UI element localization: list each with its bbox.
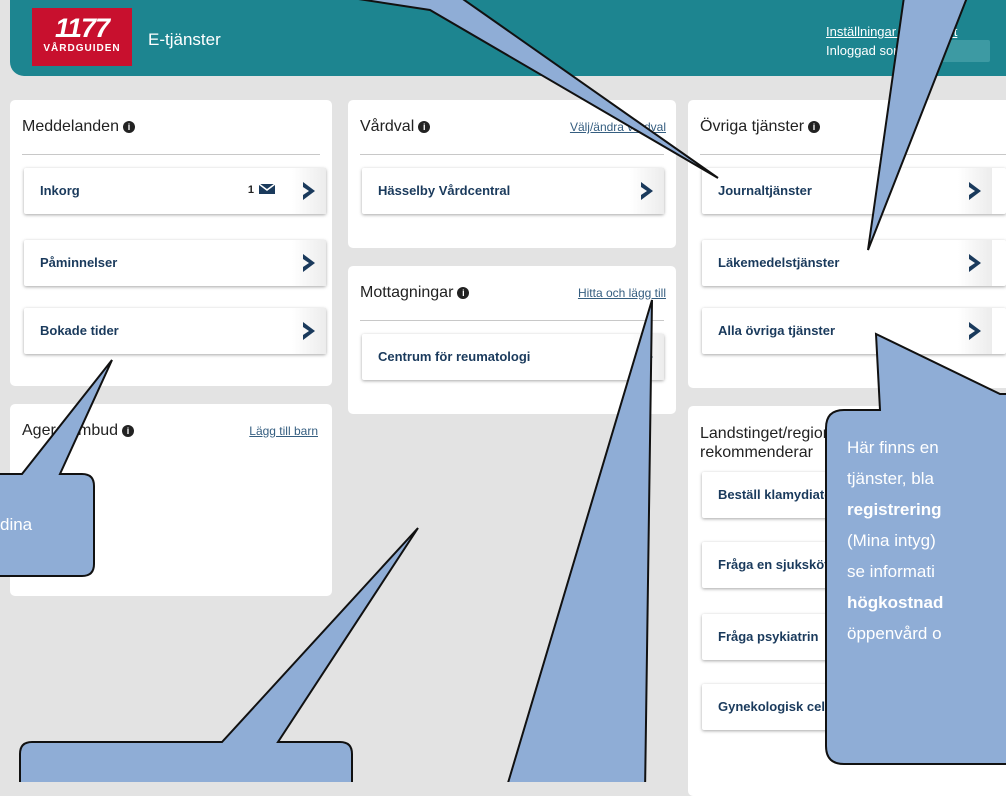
callout-line: öppenvård o xyxy=(847,624,942,643)
callout-line: Här finns en xyxy=(847,438,939,457)
callout-line: se informati xyxy=(847,562,935,581)
callout-line: (Mina intyg) xyxy=(847,531,936,550)
callout-bubble-left xyxy=(0,359,113,577)
callout-line: högkostnad xyxy=(847,593,944,612)
callout-pointer-lakemedel xyxy=(867,0,968,251)
callout-pointer-vardval xyxy=(358,0,719,179)
callout-left-text: dina xyxy=(0,515,33,534)
callout-overlay xyxy=(0,0,1006,782)
callout-line: registrering xyxy=(847,500,942,519)
callout-line: tjänster, bla xyxy=(847,469,934,488)
callout-right-text: Här finns en tjänster, bla registrering … xyxy=(847,432,943,649)
callout-pointer-mottagningar xyxy=(507,299,653,782)
